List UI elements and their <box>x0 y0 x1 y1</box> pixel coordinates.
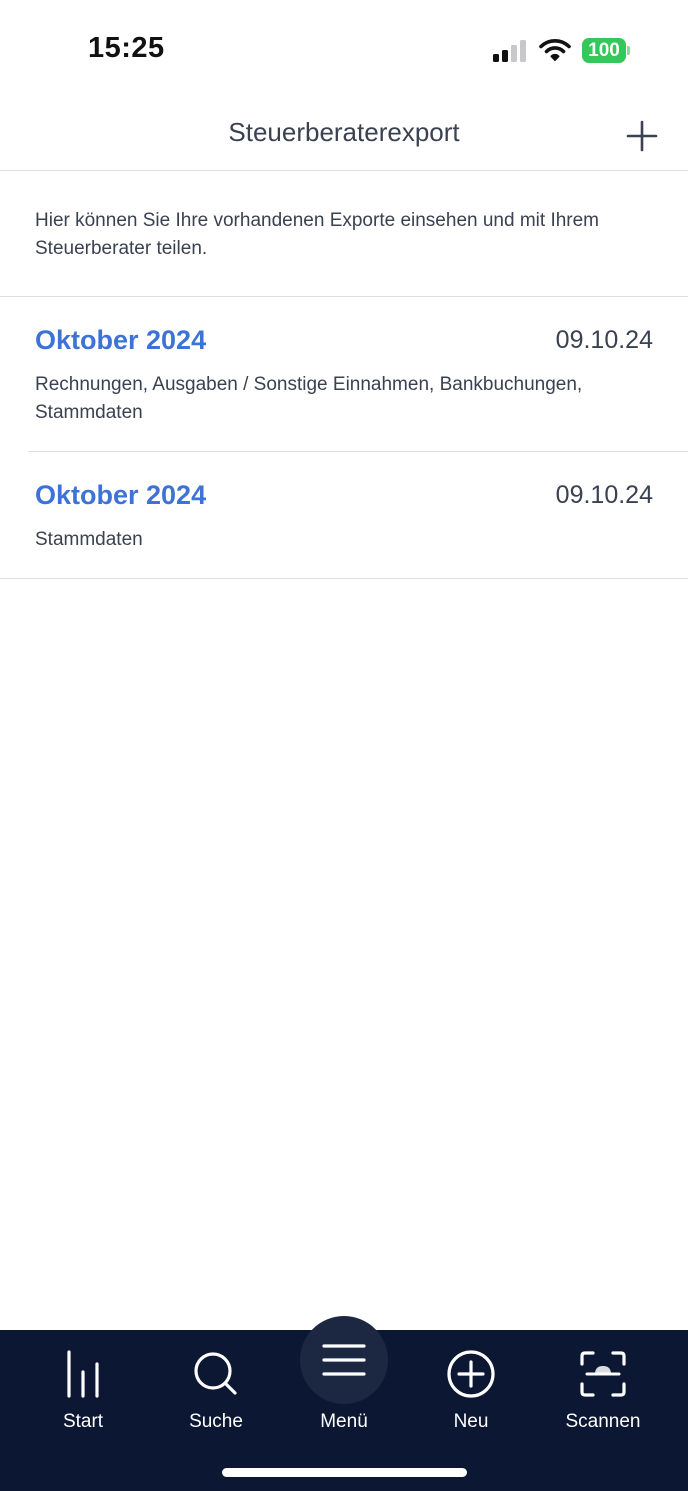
plus-circle-icon <box>447 1350 495 1398</box>
page-title: Steuerberaterexport <box>228 117 460 147</box>
tab-label: Scannen <box>565 1411 641 1432</box>
export-date: 09.10.24 <box>555 481 653 509</box>
hamburger-menu-icon[interactable] <box>318 1334 370 1386</box>
search-icon <box>194 1352 237 1395</box>
add-export-button[interactable] <box>624 118 660 154</box>
scan-icon <box>580 1351 626 1397</box>
export-description: Stammdaten <box>35 529 143 550</box>
nav-bar: Steuerberaterexport <box>0 100 688 171</box>
signal-icon <box>493 40 526 62</box>
battery-cap <box>627 46 630 55</box>
status-bar: 15:25 100 <box>0 0 688 100</box>
export-list-item[interactable]: Oktober 2024 09.10.24 Rechnungen, Ausgab… <box>0 297 688 452</box>
tab-scannen[interactable]: Scannen <box>543 1330 663 1440</box>
wifi-icon <box>539 39 571 61</box>
export-date: 09.10.24 <box>555 326 653 354</box>
plus-icon <box>626 120 658 152</box>
tab-start[interactable]: Start <box>23 1330 143 1440</box>
intro-text: Hier können Sie Ihre vorhandenen Exporte… <box>35 210 600 259</box>
home-indicator[interactable] <box>222 1468 467 1477</box>
export-description: Rechnungen, Ausgaben / Sonstige Einnahme… <box>35 374 583 423</box>
tab-label: Suche <box>189 1411 243 1432</box>
tab-label: Neu <box>453 1411 489 1432</box>
export-title: Oktober 2024 <box>35 325 207 355</box>
tab-suche[interactable]: Suche <box>156 1330 276 1440</box>
intro-section: Hier können Sie Ihre vorhandenen Exporte… <box>0 172 688 297</box>
bar-chart-icon <box>67 1350 99 1398</box>
battery-level: 100 <box>588 39 620 61</box>
battery-icon: 100 <box>582 38 626 63</box>
status-time: 15:25 <box>88 32 165 64</box>
export-title: Oktober 2024 <box>35 480 207 510</box>
tab-label: Menü <box>320 1411 368 1432</box>
tab-neu[interactable]: Neu <box>411 1330 531 1440</box>
export-list: Oktober 2024 09.10.24 Rechnungen, Ausgab… <box>0 297 688 579</box>
tab-label: Start <box>62 1411 104 1432</box>
export-list-item[interactable]: Oktober 2024 09.10.24 Stammdaten <box>0 452 688 579</box>
